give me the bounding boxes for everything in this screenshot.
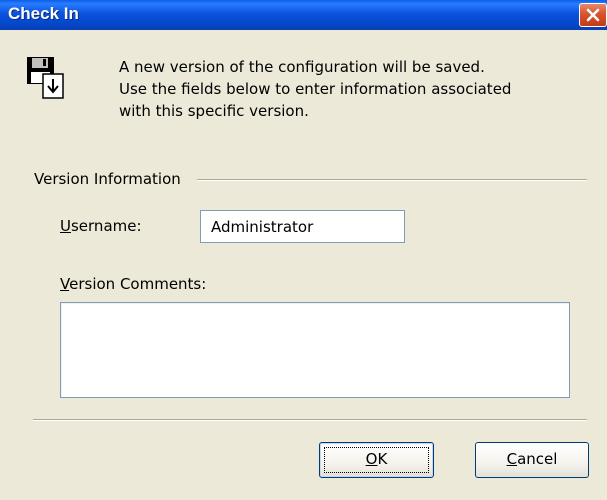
version-comments-label: Version Comments: (60, 273, 206, 295)
version-comments-label-text: ersion Comments: (69, 275, 207, 293)
focus-rectangle (324, 447, 429, 473)
username-input[interactable]: Administrator (200, 210, 405, 243)
ok-button[interactable]: OK (319, 442, 434, 478)
group-label-version-information: Version Information (34, 168, 183, 190)
version-comments-textarea[interactable] (60, 302, 570, 398)
cancel-button-label: ancel (517, 450, 558, 468)
intro-line-1: A new version of the configuration will … (119, 58, 485, 76)
title-bar[interactable]: Check In (0, 0, 607, 30)
window-title: Check In (8, 4, 79, 23)
username-value: Administrator (211, 218, 314, 236)
username-label-text: sername: (70, 217, 142, 235)
intro-line-3: with this specific version. (119, 102, 309, 120)
username-label-mnemonic: U (60, 217, 71, 235)
username-label: Username: (60, 215, 142, 237)
cancel-button-mnemonic: C (506, 450, 518, 468)
version-comments-label-mnemonic: V (60, 275, 70, 293)
floppy-disk-save-icon (27, 57, 64, 99)
group-divider (197, 179, 587, 181)
close-button[interactable] (579, 3, 607, 27)
close-icon (586, 8, 600, 22)
button-separator (33, 419, 587, 421)
cancel-button[interactable]: Cancel (475, 442, 589, 478)
intro-line-2: Use the fields below to enter informatio… (119, 80, 512, 98)
